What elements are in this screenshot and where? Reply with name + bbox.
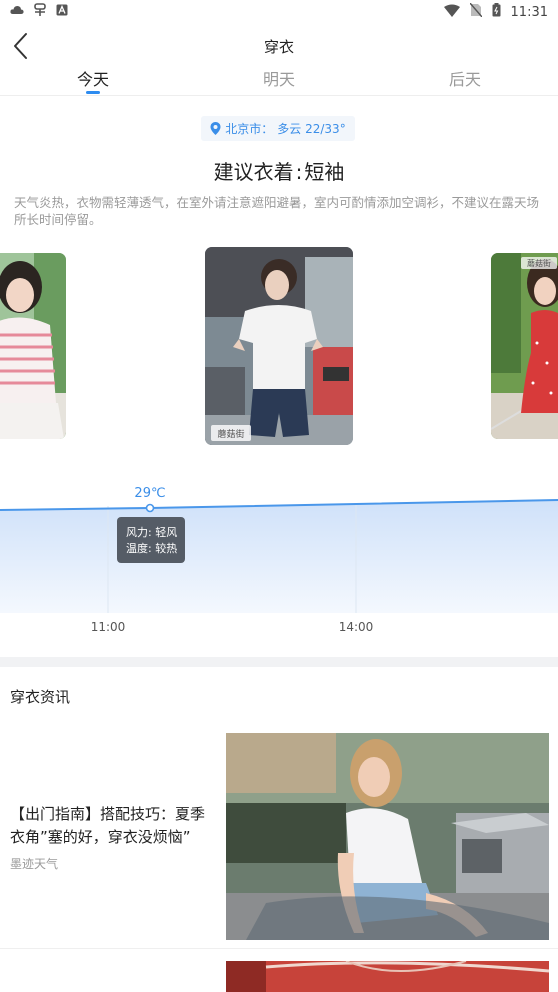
tooltip-temp: 温度: 较热 (126, 541, 177, 555)
boy-white-tshirt-image: 蘑菇街 (205, 247, 353, 445)
news-item[interactable] (0, 961, 558, 992)
location-pill[interactable]: 北京市： 多云 22/33° (201, 116, 355, 141)
suggestion-label: 建议衣着 (213, 160, 294, 184)
girl-striped-shirt-image (0, 253, 66, 439)
tab-tomorrow[interactable]: 明天 (186, 60, 372, 95)
news-source: 墨迹天气 (10, 857, 59, 871)
outfit-photo-right[interactable]: 蘑菇街 (491, 253, 558, 439)
page-title: 穿衣 (263, 38, 294, 56)
clothing-description: 天气炎热，衣物需轻薄透气，在室外请注意遮阳避暑，室内可酌情添加空调衫，不建议在露… (14, 195, 540, 227)
wifi-icon (443, 4, 460, 21)
status-time: 11:31 (510, 4, 548, 20)
news-thumbnail-red (226, 961, 549, 992)
news-item[interactable]: 【出门指南】搭配技巧：夏季衣角”塞的好，穿衣没烦恼” 墨迹天气 (0, 733, 558, 949)
status-right: 11:31 (443, 2, 548, 21)
location-weather: 多云 22/33° (277, 122, 346, 136)
news-image[interactable] (226, 733, 549, 940)
news-title[interactable]: 【出门指南】搭配技巧：夏季衣角”塞的好，穿衣没烦恼” (10, 803, 215, 849)
tooltip-wind: 风力: 轻风 (126, 525, 177, 539)
tab-today-label: 今天 (76, 70, 109, 89)
location-city: 北京市： (225, 122, 274, 136)
chart-x-tick-1: 14:00 (339, 620, 374, 634)
chart-temp-label: 29℃ (134, 486, 165, 501)
chart-tooltip: 风力: 轻风 温度: 较热 (117, 517, 185, 563)
news-image[interactable] (226, 961, 549, 992)
battery-icon (492, 3, 501, 21)
outfit-photo-left[interactable] (0, 253, 66, 439)
section-divider (0, 657, 558, 667)
news-thumbnail-girl (226, 733, 549, 940)
clothing-suggestion: 建议衣着: 短袖 (0, 156, 558, 185)
status-bar: 11:31 (0, 0, 558, 24)
outfit-photo-center[interactable]: 蘑菇街 (205, 247, 353, 445)
temperature-chart-svg: 29℃ 风力: 轻风 温度: 较热 11:00 14:00 (0, 486, 558, 634)
outfit-watermark-center: 蘑菇街 (217, 428, 244, 440)
cloud-icon (10, 4, 24, 20)
suggestion-separator: : (295, 160, 303, 184)
news-section-title: 穿衣资讯 (10, 688, 71, 706)
active-tab-indicator (86, 91, 100, 94)
bug-icon (32, 3, 48, 21)
chart-area-fill (0, 500, 558, 613)
no-sim-icon (468, 2, 483, 21)
a-box-icon (56, 4, 68, 20)
girl-red-dress-image: 蘑菇街 (491, 253, 558, 439)
suggestion-value: 短袖 (304, 160, 345, 184)
chart-x-tick-0: 11:00 (91, 620, 126, 634)
status-left (10, 3, 68, 21)
chart-highlight-point[interactable] (145, 503, 155, 513)
tab-tomorrow-label: 明天 (262, 70, 295, 89)
tab-day-after-label: 后天 (448, 70, 481, 89)
tab-day-after-tomorrow[interactable]: 后天 (372, 60, 558, 95)
temperature-chart: 29℃ 风力: 轻风 温度: 较热 11:00 14:00 (0, 476, 558, 646)
tab-today[interactable]: 今天 (0, 60, 186, 95)
outfit-watermark-right: 蘑菇街 (527, 258, 551, 268)
day-tabs: 今天 明天 后天 (0, 60, 558, 96)
location-pin-icon (210, 122, 221, 135)
